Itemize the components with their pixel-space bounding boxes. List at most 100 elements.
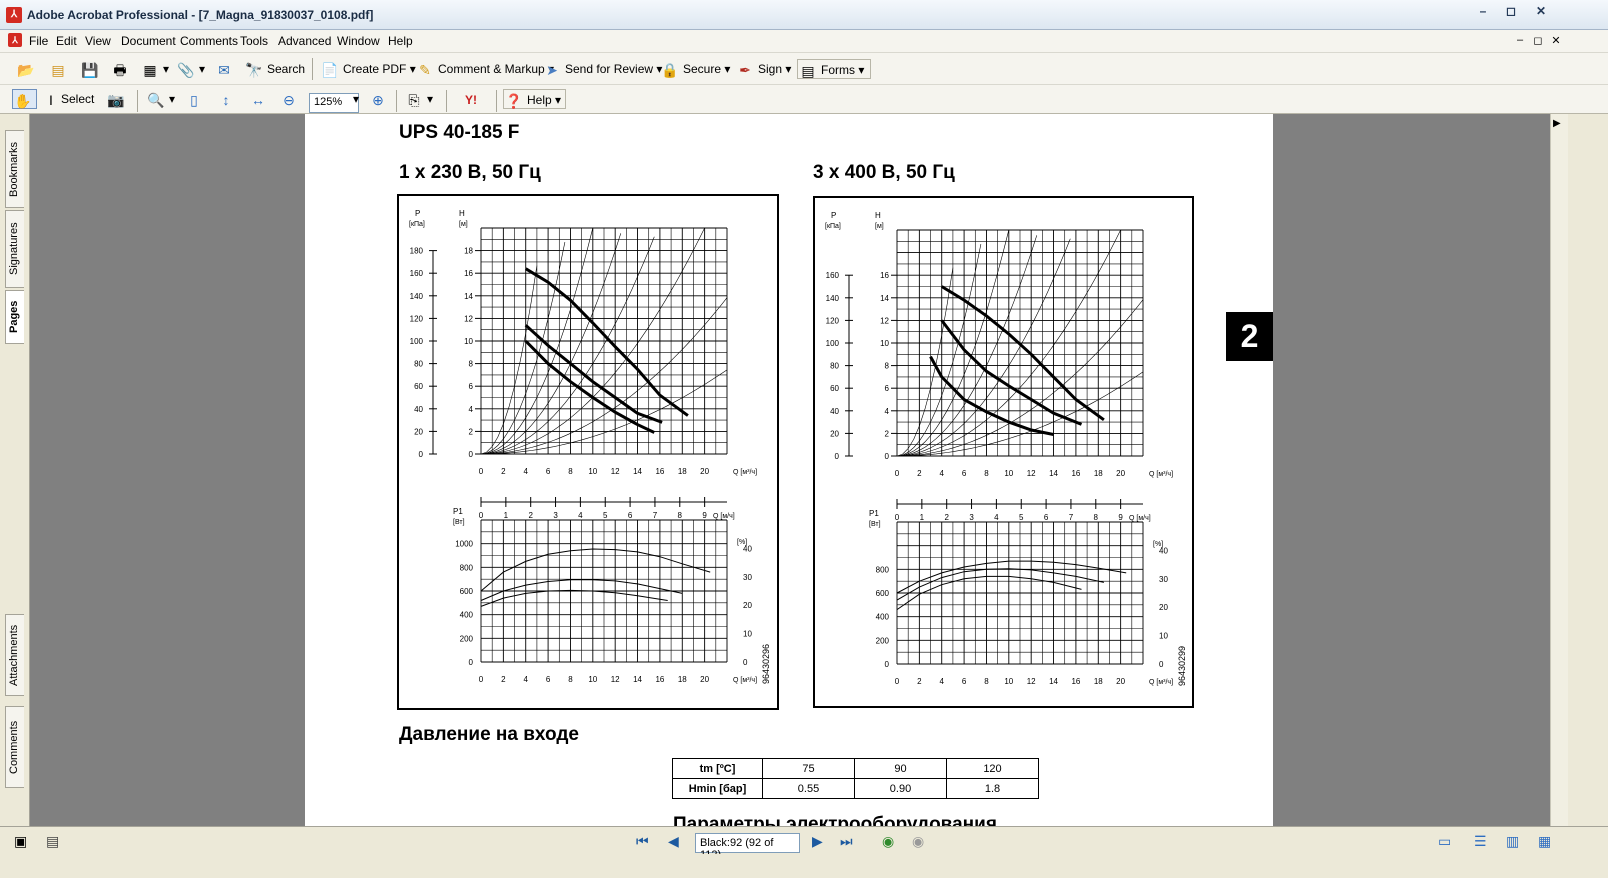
tab-comments[interactable]: Comments xyxy=(5,706,24,788)
x-tick-label: 2 xyxy=(917,469,922,478)
tab-signatures[interactable]: Signatures xyxy=(5,210,24,288)
doc-restore-button[interactable]: ◻ xyxy=(1530,34,1546,47)
x-tick-label: 18 xyxy=(1094,469,1103,478)
power-tick-label: 0 xyxy=(469,658,474,667)
tab-bookmarks[interactable]: Bookmarks xyxy=(5,130,24,208)
rotate-view-button[interactable]: ⎘ ▾ xyxy=(404,89,433,109)
section-badge: 2 xyxy=(1226,312,1273,361)
x-tick-label: 20 xyxy=(1116,469,1125,478)
page-number-field[interactable]: Black:92 (92 of 112) xyxy=(695,833,800,861)
email-icon[interactable]: ✉ xyxy=(214,59,237,79)
print-icon[interactable]: 🖶 xyxy=(110,59,133,79)
menu-window[interactable]: Window xyxy=(337,34,380,48)
power-x-tick-label: 14 xyxy=(633,675,642,684)
organizer-icon[interactable]: ▤ xyxy=(48,59,71,79)
x-tick-label: 10 xyxy=(588,467,597,476)
restore-button[interactable]: ◻ xyxy=(1498,4,1524,22)
zoom-in-tool[interactable]: 🔍 ▾ xyxy=(146,89,175,109)
fit-page-button[interactable]: ↕ xyxy=(216,89,239,109)
minimize-button[interactable]: – xyxy=(1470,4,1496,22)
doc-minimize-button[interactable]: – xyxy=(1512,34,1528,46)
power-tick-label: 600 xyxy=(460,587,474,596)
menu-comments[interactable]: Comments xyxy=(180,34,238,48)
continuous-icon[interactable]: ☰ xyxy=(1474,833,1487,850)
alt-tick-label: 4 xyxy=(994,513,999,522)
power-x-tick-label: 4 xyxy=(524,675,529,684)
tasks-icon[interactable]: ▦ ▾ xyxy=(140,59,169,79)
search-button[interactable]: 🔭 Search xyxy=(244,59,305,79)
facing-icon[interactable]: ▥ xyxy=(1506,833,1519,850)
h-tick-label: 4 xyxy=(885,407,890,416)
fit-width-button[interactable]: ↔ xyxy=(248,89,271,109)
previous-page-icon[interactable]: ◀ xyxy=(668,833,679,850)
x-axis-label: Q [м³/ч] xyxy=(1149,471,1173,478)
next-view-icon[interactable]: ◉ xyxy=(912,833,924,850)
h-tick-label: 0 xyxy=(469,450,474,459)
p-tick-label: 180 xyxy=(410,247,424,256)
h-tick-label: 6 xyxy=(469,382,474,391)
zoom-out-button[interactable]: ⊖ xyxy=(279,89,302,109)
send-review-button[interactable]: ➤ Send for Review ▾ xyxy=(542,59,662,79)
first-page-icon[interactable]: ⏮ xyxy=(636,833,649,850)
menu-view[interactable]: View xyxy=(85,34,111,48)
menu-edit[interactable]: Edit xyxy=(56,34,77,48)
help-icon: ❓ xyxy=(505,92,523,109)
previous-view-icon[interactable]: ◉ xyxy=(882,833,894,850)
alt-tick-label: 2 xyxy=(528,511,533,520)
efficiency-tick-label: 0 xyxy=(1159,660,1164,669)
page-thumb-icon[interactable]: ▣ xyxy=(14,833,27,850)
power-x-tick-label: 16 xyxy=(1071,677,1080,686)
select-tool-button[interactable]: I Select xyxy=(44,89,94,109)
efficiency-tick-label: 10 xyxy=(743,630,752,639)
review-icon: ➤ xyxy=(546,61,558,78)
next-page-icon[interactable]: ▶ xyxy=(812,833,823,850)
doc-info-icon[interactable]: ▤ xyxy=(46,833,59,850)
secure-button[interactable]: 🔒 Secure ▾ xyxy=(660,59,730,79)
yahoo-toolbar-button[interactable]: Y! xyxy=(454,89,491,109)
p-tick-label: 120 xyxy=(826,316,840,325)
snapshot-button[interactable]: 📷 xyxy=(106,89,129,109)
menu-help[interactable]: Help xyxy=(388,34,413,48)
help-button[interactable]: ❓ Help ▾ xyxy=(503,89,567,109)
system-curve xyxy=(896,267,954,457)
power-axis-label: P1 xyxy=(453,507,463,516)
last-page-icon[interactable]: ⏭ xyxy=(840,833,853,850)
efficiency-tick-label: 10 xyxy=(1159,632,1168,641)
sign-button[interactable]: ✒ Sign ▾ xyxy=(735,59,791,79)
chart-left: P[кПа]H[м]024681012141618020406080100120… xyxy=(409,209,771,684)
continuous-facing-icon[interactable]: ▦ xyxy=(1538,833,1551,850)
open-icon[interactable]: 📂 xyxy=(16,59,39,79)
p-tick-label: 160 xyxy=(826,271,840,280)
p-tick-label: 60 xyxy=(414,382,423,391)
tab-attachments[interactable]: Attachments xyxy=(5,614,24,696)
actual-size-button[interactable]: ▯ xyxy=(184,89,207,109)
zoom-dropdown[interactable]: ▾ xyxy=(353,89,359,109)
save-icon[interactable]: 💾 xyxy=(80,59,103,79)
comment-markup-button[interactable]: ✎ Comment & Markup ▾ xyxy=(415,59,554,79)
scroll-right-arrow-icon[interactable]: ▶ xyxy=(1553,118,1561,129)
title-bar: ⅄ Adobe Acrobat Professional - [7_Magna_… xyxy=(0,0,1608,30)
power-tick-label: 200 xyxy=(460,634,474,643)
attach-icon[interactable]: 📎 ▾ xyxy=(176,59,205,79)
power-tick-label: 200 xyxy=(876,636,890,645)
p-axis-label: P xyxy=(415,209,420,218)
single-page-icon[interactable]: ▭ xyxy=(1438,833,1451,850)
efficiency-tick-label: 0 xyxy=(743,658,748,667)
doc-close-button[interactable]: ✕ xyxy=(1548,34,1564,47)
menu-document[interactable]: Document xyxy=(121,34,176,48)
x-tick-label: 14 xyxy=(1049,469,1058,478)
acrobat-icon: ⅄ xyxy=(6,7,22,23)
x-tick-label: 6 xyxy=(962,469,967,478)
menu-file[interactable]: File xyxy=(29,34,48,48)
forms-button[interactable]: ▤ Forms ▾ xyxy=(797,59,872,79)
menu-advanced[interactable]: Advanced xyxy=(278,34,331,48)
hand-tool-button[interactable]: ✋ xyxy=(12,89,37,109)
menu-tools[interactable]: Tools xyxy=(240,34,268,48)
tab-pages[interactable]: Pages xyxy=(5,290,24,344)
vertical-scrollbar[interactable]: ▶ xyxy=(1550,114,1568,826)
create-pdf-button[interactable]: 📄 Create PDF ▾ xyxy=(320,59,415,79)
zoom-level-field[interactable]: 125% xyxy=(309,93,359,113)
system-curve xyxy=(896,235,1038,457)
close-button[interactable]: ✕ xyxy=(1528,4,1554,22)
zoom-in-button[interactable]: ⊕ xyxy=(368,89,391,109)
